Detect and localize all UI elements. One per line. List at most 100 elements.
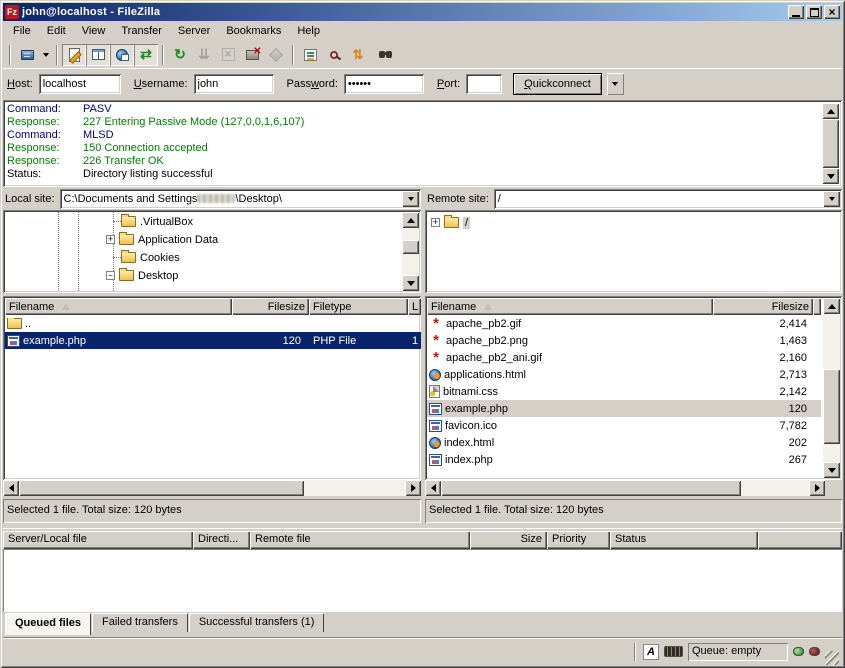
reconnect-button[interactable] [264,44,288,66]
scroll-down-button[interactable] [822,168,839,184]
expand-plus-icon[interactable] [106,235,115,244]
column-header-priority[interactable]: Priority [547,531,610,549]
local-site-combobox[interactable]: C:\Documents and Settings\Desktop\ [60,189,421,209]
column-header-direction[interactable]: Directi... [193,531,250,549]
site-manager-dropdown-button[interactable] [39,44,52,66]
remote-site-combobox[interactable]: / [494,189,842,209]
minimize-button[interactable] [788,5,804,19]
toggle-message-log-button[interactable] [62,44,86,66]
column-header-remote-file[interactable]: Remote file [250,531,470,549]
menu-help[interactable]: Help [289,22,328,40]
process-queue-button[interactable]: ⇊ [192,44,216,66]
column-header-status[interactable]: Status [610,531,758,549]
port-input[interactable] [466,74,502,94]
scroll-thumb[interactable] [402,240,419,254]
remote-site-dropdown-button[interactable] [823,191,840,207]
toggle-transfer-queue-button[interactable]: ⇄ [134,44,158,66]
menu-view[interactable]: View [74,22,114,40]
remote-hscrollbar[interactable] [425,480,842,496]
scroll-right-button[interactable] [809,480,825,496]
tab-failed-transfers[interactable]: Failed transfers [92,613,188,632]
column-header-size[interactable]: Size [470,531,547,549]
data-type-indicator-icon[interactable] [643,644,659,660]
scroll-right-button[interactable] [405,480,421,496]
tree-item-root[interactable]: / [431,215,470,230]
scroll-up-button[interactable] [822,103,839,119]
scroll-down-button[interactable] [402,275,419,291]
scroll-track[interactable] [19,480,405,496]
queue-list[interactable] [3,549,842,612]
tree-item-virtualbox[interactable]: .VirtualBox [121,214,193,229]
remote-file-row[interactable]: index.html202 [427,434,821,451]
toggle-local-treeview-button[interactable] [86,44,110,66]
scroll-up-button[interactable] [823,298,840,314]
directory-comparison-button[interactable] [322,44,346,66]
transfer-queue: Server/Local file Directi... Remote file… [3,528,842,637]
scroll-down-button[interactable] [823,462,840,478]
password-input[interactable] [344,74,424,94]
column-header-last-modified[interactable]: L [408,298,421,315]
host-input[interactable] [39,74,121,94]
local-file-row-example-php[interactable]: example.php 120 PHP File 1 [5,332,421,349]
cancel-operation-button[interactable] [216,44,240,66]
column-header-server-local-file[interactable]: Server/Local file [3,531,193,549]
site-manager-button[interactable] [15,44,39,66]
synchronized-browsing-button[interactable]: ⇅ [346,44,370,66]
local-tree-scrollbar[interactable] [402,212,419,291]
tree-item-application-data[interactable]: Application Data [106,232,218,247]
remote-file-row[interactable]: apache_pb2.png1,463 [427,332,821,349]
close-button[interactable] [824,5,840,19]
scroll-track[interactable] [441,480,809,496]
remote-file-row[interactable]: applications.html2,713 [427,366,821,383]
scroll-thumb[interactable] [19,480,304,496]
scroll-track[interactable] [823,314,840,462]
scroll-thumb[interactable] [441,480,741,496]
local-site-dropdown-button[interactable] [402,191,419,207]
tree-item-cookies[interactable]: Cookies [121,250,180,265]
resize-grip[interactable] [825,651,839,665]
quickconnect-dropdown-button[interactable] [607,73,624,95]
remote-file-row[interactable]: favicon.ico7,782 [427,417,821,434]
column-header-filename[interactable]: Filename [427,298,713,315]
username-input[interactable] [194,74,274,94]
remote-file-row[interactable]: index.php267 [427,451,821,468]
tab-queued-files[interactable]: Queued files [5,613,91,635]
remote-file-row[interactable]: apache_pb2_ani.gif2,160 [427,349,821,366]
scroll-thumb[interactable] [822,119,839,168]
scroll-left-button[interactable] [3,480,19,496]
column-header-filesize[interactable]: Filesize [713,298,814,315]
quickconnect-button[interactable]: Quickconnect [513,73,602,95]
scroll-track[interactable] [402,228,419,275]
tab-successful-transfers[interactable]: Successful transfers (1) [189,613,325,632]
refresh-button[interactable]: ↻ [168,44,192,66]
collapse-minus-icon[interactable] [106,271,115,280]
find-files-button[interactable] [370,44,394,66]
local-hscrollbar[interactable] [3,480,421,496]
menu-transfer[interactable]: Transfer [113,22,170,40]
remote-file-row[interactable]: bitnami.css2,142 [427,383,821,400]
expand-plus-icon[interactable] [431,218,440,227]
menu-file[interactable]: File [5,22,39,40]
remote-file-row[interactable]: apache_pb2.gif2,414 [427,315,821,332]
menu-server[interactable]: Server [170,22,218,40]
local-file-row-parent[interactable]: .. [5,315,421,332]
remote-file-row-example-php[interactable]: example.php120 [427,400,821,417]
sync-browsing-icon: ⇅ [353,47,364,63]
menu-bookmarks[interactable]: Bookmarks [218,22,289,40]
disconnect-button[interactable] [240,44,264,66]
log-scrollbar[interactable] [822,103,839,184]
scroll-thumb[interactable] [823,369,840,444]
toggle-remote-treeview-button[interactable] [110,44,134,66]
tree-item-desktop[interactable]: Desktop [106,268,178,283]
column-header-filename[interactable]: Filename [5,298,232,315]
queue-tabs: Queued files Failed transfers Successful… [3,613,842,637]
directory-listing-filters-button[interactable] [298,44,322,66]
scroll-left-button[interactable] [425,480,441,496]
remote-list-scrollbar[interactable] [823,298,840,478]
scroll-up-button[interactable] [402,212,419,228]
menu-edit[interactable]: Edit [39,22,74,40]
column-header-filesize[interactable]: Filesize [232,298,309,315]
column-header-filetype[interactable]: Filetype [309,298,408,315]
speed-limit-indicator-icon[interactable] [664,646,683,657]
maximize-button[interactable] [806,5,822,19]
